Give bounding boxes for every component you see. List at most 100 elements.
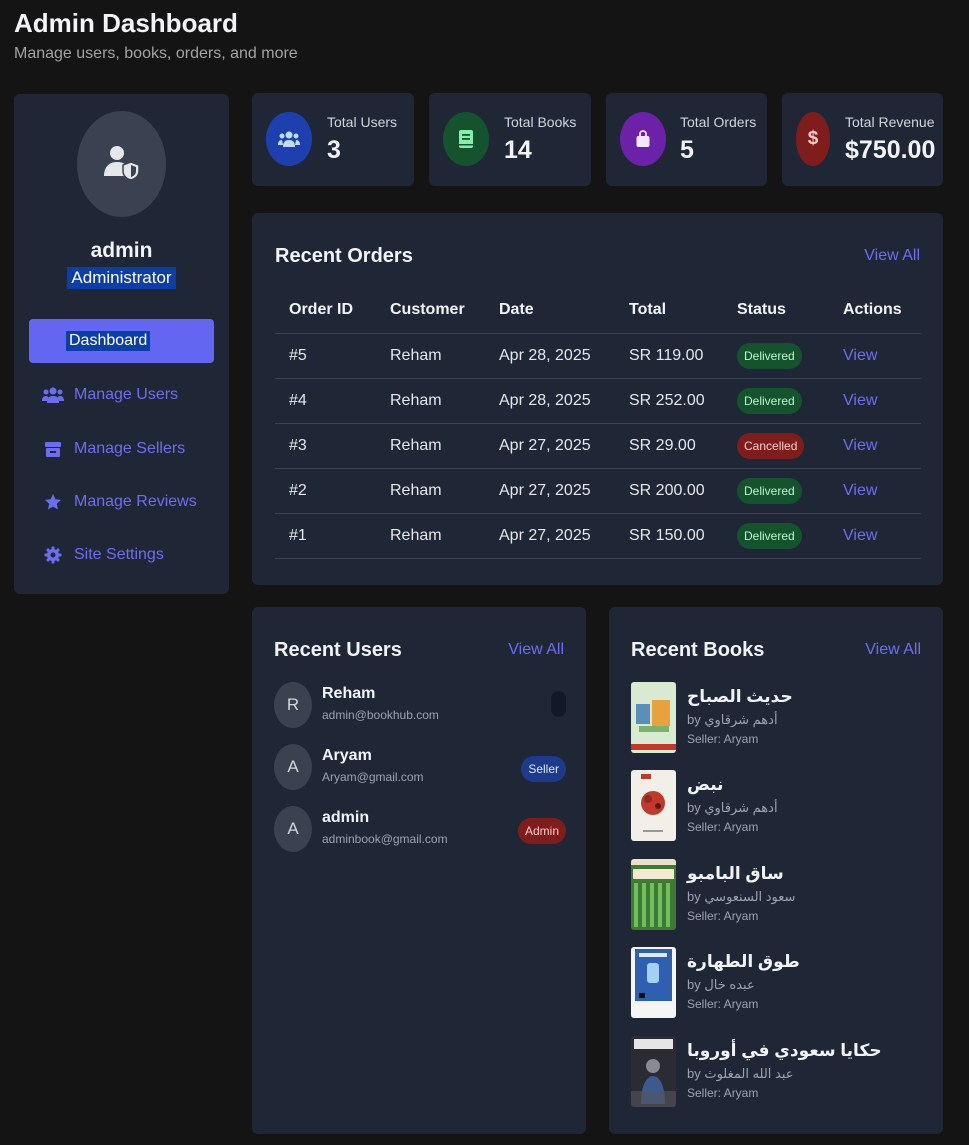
sidebar: admin Administrator Dashboard Manage Use… [14,94,229,594]
view-order-link[interactable]: View [843,482,877,499]
order-customer: Reham [376,378,485,424]
sidebar-item-manage-sellers[interactable]: Manage Sellers [42,434,185,464]
list-item[interactable]: A Aryam Aryam@gmail.com Seller [274,744,566,792]
status-badge: Delivered [737,477,802,504]
book-title: نبض [687,775,724,794]
avatar: R [274,682,312,728]
stat-label: Total Revenue [845,114,935,130]
user-shield-icon [102,142,142,187]
list-item[interactable]: حديث الصباح by أدهم شرقاوي Seller: Aryam [631,682,931,754]
column-header: Date [485,288,615,334]
recent-users-panel: Recent Users View All R Reham admin@book… [252,607,586,1134]
order-customer: Reham [376,468,485,514]
user-email: Aryam@gmail.com [322,770,424,784]
column-header: Actions [829,288,921,334]
list-item[interactable]: حكايا سعودي في أوروبا by عبد الله المغلو… [631,1036,931,1108]
column-header: Customer [376,288,485,334]
gear-icon [42,546,64,564]
book-title: حكايا سعودي في أوروبا [687,1041,882,1060]
role-badge [551,691,566,717]
view-order-link[interactable]: View [843,392,877,409]
view-order-link[interactable]: View [843,347,877,364]
stat-label: Total Users [327,114,398,130]
order-date: Apr 27, 2025 [485,513,615,559]
sidebar-item-label: Manage Sellers [74,440,186,457]
order-total: SR 119.00 [615,333,723,379]
user-name: Aryam [322,747,372,764]
order-customer: Reham [376,333,485,379]
order-customer: Reham [376,513,485,559]
order-id: #3 [275,423,376,469]
user-email: admin@bookhub.com [322,708,439,722]
sidebar-item-dashboard[interactable]: Dashboard [29,319,214,363]
sidebar-item-label: Dashboard [66,331,151,351]
page-title: Admin Dashboard [14,8,238,38]
book-title: حديث الصباح [687,687,793,706]
book-title: طوق الطهارة [687,952,800,971]
status-badge: Delivered [737,387,802,414]
book-author: by عبد الله المغلوث [687,1066,794,1081]
table-row: #5 Reham Apr 28, 2025 SR 119.00 Delivere… [275,333,921,379]
order-date: Apr 27, 2025 [485,468,615,514]
sidebar-item-site-settings[interactable]: Site Settings [42,540,164,570]
order-total: SR 29.00 [615,423,723,469]
order-total: SR 200.00 [615,468,723,514]
shopping-bag-icon [620,112,666,166]
stat-label: Total Orders [680,114,757,130]
list-item[interactable]: A admin adminbook@gmail.com Admin [274,806,566,854]
view-order-link[interactable]: View [843,437,877,454]
order-date: Apr 28, 2025 [485,378,615,424]
book-author: by سعود السنعوسي [687,889,796,904]
status-badge: Delivered [737,342,802,369]
book-author: by أدهم شرقاوي [687,800,778,815]
sidebar-item-label: Site Settings [74,546,164,563]
recent-books-panel: Recent Books View All حديث الصباح by أده… [609,607,943,1134]
column-header: Status [723,288,829,334]
sidebar-item-manage-reviews[interactable]: Manage Reviews [42,487,197,517]
orders-table: Order ID Customer Date Total Status Acti… [275,288,921,559]
book-author: by أدهم شرقاوي [687,712,778,727]
stat-value: $750.00 [845,136,936,164]
user-name: admin [322,809,370,826]
table-row: #1 Reham Apr 27, 2025 SR 150.00 Delivere… [275,513,921,559]
view-order-link[interactable]: View [843,527,877,544]
user-email: adminbook@gmail.com [322,832,448,846]
table-row: #2 Reham Apr 27, 2025 SR 200.00 Delivere… [275,468,921,514]
users-icon [266,112,312,166]
recent-books-view-all-link[interactable]: View All [865,641,921,659]
book-title: ساق البامبو [687,864,784,883]
book-cover-image [631,859,676,930]
recent-orders-title: Recent Orders [275,245,413,267]
role-badge: Seller [521,756,566,782]
column-header: Order ID [275,288,376,334]
book-cover-image [631,770,676,841]
sidebar-item-manage-users[interactable]: Manage Users [42,380,178,410]
recent-users-view-all-link[interactable]: View All [508,641,564,659]
order-total: SR 252.00 [615,378,723,424]
book-icon [443,112,489,166]
book-cover-image [631,682,676,753]
order-id: #2 [275,468,376,514]
order-date: Apr 28, 2025 [485,333,615,379]
book-seller: Seller: Aryam [687,1086,759,1100]
page-subtitle: Manage users, books, orders, and more [14,45,298,62]
list-item[interactable]: ساق البامبو by سعود السنعوسي Seller: Ary… [631,859,931,931]
recent-orders-view-all-link[interactable]: View All [864,247,920,265]
stat-card-total-revenue: $ Total Revenue $750.00 [782,93,943,186]
order-id: #4 [275,378,376,424]
list-item[interactable]: نبض by أدهم شرقاوي Seller: Aryam [631,770,931,842]
store-icon [42,440,64,458]
list-item[interactable]: طوق الطهارة by عبده خال Seller: Aryam [631,947,931,1019]
book-seller: Seller: Aryam [687,909,759,923]
order-customer: Reham [376,423,485,469]
order-total: SR 150.00 [615,513,723,559]
stat-card-total-users: Total Users 3 [252,93,414,186]
stat-value: 3 [327,136,341,164]
stat-value: 5 [680,136,694,164]
stat-value: 14 [504,136,532,164]
column-header: Total [615,288,723,334]
book-seller: Seller: Aryam [687,732,759,746]
role-badge: Admin [517,818,566,844]
list-item[interactable]: R Reham admin@bookhub.com [274,682,566,730]
avatar: A [274,806,312,852]
